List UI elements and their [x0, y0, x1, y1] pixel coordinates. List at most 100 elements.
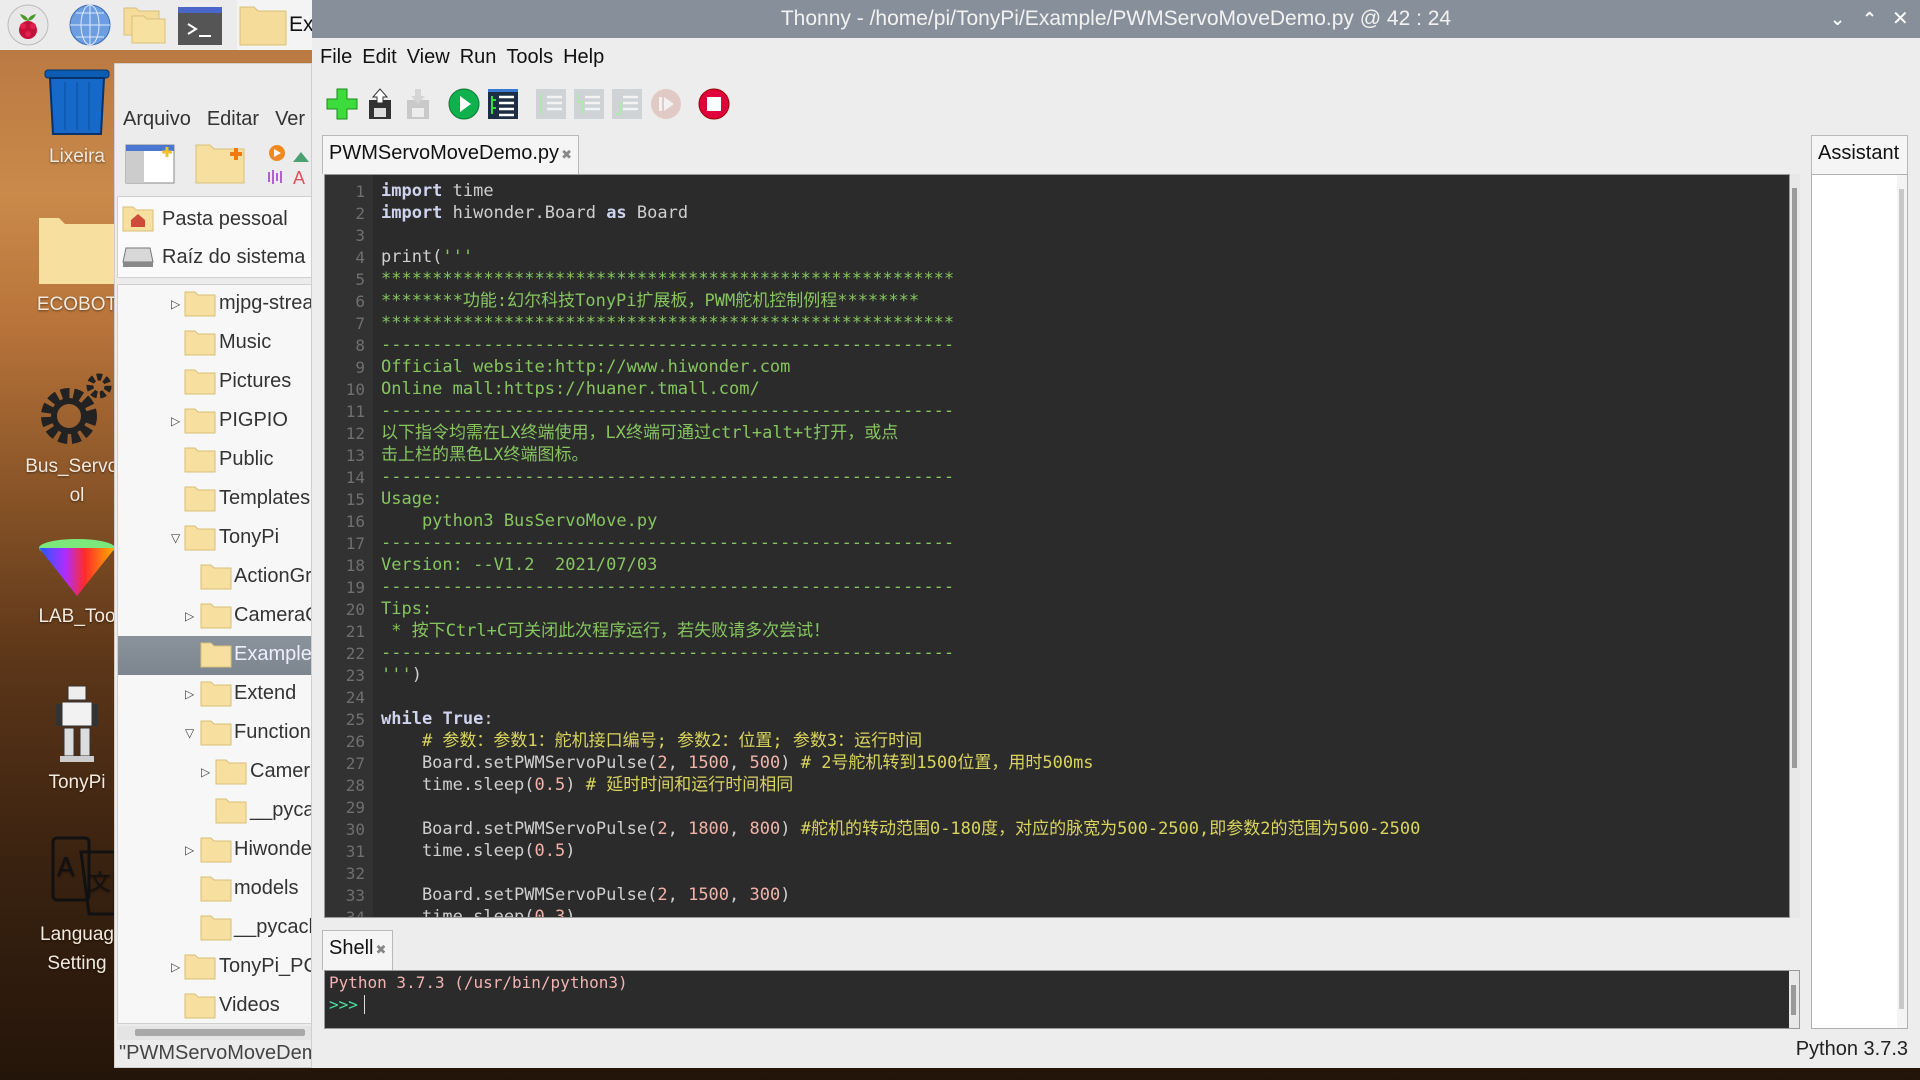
tree-item[interactable]: ▷ CameraC: [118, 597, 311, 636]
tree-item[interactable]: ▷ Camera: [118, 753, 311, 792]
code-editor[interactable]: 1 2 3 4 5 6 7 8 9 10 11 12 13 14 15 16 17 18 19 20 21 22 23 24 2…: [324, 174, 1790, 918]
svg-text:A: A: [293, 168, 305, 188]
tree-item[interactable]: models: [118, 870, 311, 909]
string-token: ----------------------------------------…: [381, 643, 955, 663]
line-number: 24: [345, 688, 365, 707]
horizontal-scrollbar[interactable]: [117, 1026, 311, 1040]
tree-item[interactable]: ▷ mjpg-strea: [118, 285, 311, 324]
menu-arquivo[interactable]: Arquivo: [123, 108, 191, 130]
text-cursor: ​: [363, 995, 365, 1014]
scrollbar-thumb[interactable]: [1791, 985, 1796, 1015]
tab-assistant[interactable]: Assistant: [1811, 135, 1908, 174]
interpreter-status[interactable]: Python 3.7.3: [1796, 1038, 1908, 1061]
tree-item[interactable]: Videos: [118, 987, 311, 1023]
load-floppy-icon[interactable]: [364, 88, 396, 120]
step-out-icon[interactable]: [611, 88, 643, 120]
menu-view[interactable]: View: [407, 46, 450, 68]
resume-icon[interactable]: [650, 88, 682, 120]
file-manager-icon[interactable]: [122, 4, 166, 46]
tree-item[interactable]: ▽ Function: [118, 714, 311, 753]
run-play-icon[interactable]: [448, 88, 480, 120]
expander-collapsed-icon[interactable]: ▷: [185, 687, 194, 701]
tree-item[interactable]: Public: [118, 441, 311, 480]
minimize-button[interactable]: ⌄: [1830, 0, 1845, 38]
close-button[interactable]: ✕: [1892, 0, 1909, 38]
string-token: Usage:: [381, 489, 443, 509]
debug-icon[interactable]: [487, 88, 519, 120]
tree-item[interactable]: ActionGr: [118, 558, 311, 597]
new-folder-icon[interactable]: [195, 144, 245, 184]
scrollbar-thumb[interactable]: [1792, 188, 1797, 768]
tree-item[interactable]: Templates: [118, 480, 311, 519]
place-home[interactable]: Pasta pessoal: [122, 201, 288, 237]
line-number: 29: [345, 798, 365, 817]
file-manager-menubar: Arquivo Editar Ver: [123, 108, 311, 131]
string-token: 击上栏的黑色LX终端图标。: [381, 445, 589, 465]
scrollbar-thumb[interactable]: [135, 1029, 305, 1036]
tree-item[interactable]: __pycac: [118, 792, 311, 831]
tree-item[interactable]: Example: [118, 636, 311, 675]
maximize-button[interactable]: ⌃: [1862, 0, 1877, 38]
menu-file[interactable]: File: [320, 46, 352, 68]
tree-item[interactable]: Pictures: [118, 363, 311, 402]
new-file-plus-icon[interactable]: [326, 88, 358, 120]
tree-item[interactable]: ▷ Extend: [118, 675, 311, 714]
code-line: Version: --V1.2 2021/07/03: [381, 554, 657, 576]
media-folders-icon[interactable]: A: [267, 142, 312, 188]
expander-collapsed-icon[interactable]: ▷: [171, 960, 180, 974]
close-tab-icon[interactable]: ✖: [561, 147, 572, 162]
folder-icon: [215, 798, 247, 824]
tree-item[interactable]: ▷ TonyPi_PC: [118, 948, 311, 987]
shell-prompt[interactable]: >>> ​: [329, 995, 365, 1014]
terminal-icon[interactable]: [178, 4, 222, 46]
menu-tools[interactable]: Tools: [506, 46, 553, 68]
expander-collapsed-icon[interactable]: ▷: [201, 765, 210, 779]
code-token: time.sleep(: [381, 775, 535, 795]
folder-icon: [200, 564, 232, 590]
menu-edit[interactable]: Edit: [362, 46, 396, 68]
tree-item[interactable]: Music: [118, 324, 311, 363]
expander-collapsed-icon[interactable]: ▷: [171, 297, 180, 311]
scrollbar-thumb[interactable]: [1899, 189, 1904, 1009]
line-number: 11: [345, 402, 365, 421]
step-into-icon[interactable]: [573, 88, 605, 120]
browser-globe-icon[interactable]: [68, 4, 112, 46]
shell-scrollbar[interactable]: [1789, 971, 1799, 1028]
tab-shell[interactable]: Shell ✖: [322, 930, 394, 970]
close-tab-icon[interactable]: ✖: [375, 942, 386, 957]
folder-icon: [200, 642, 232, 668]
assistant-scrollbar[interactable]: [1897, 175, 1907, 1028]
stop-icon[interactable]: [698, 88, 730, 120]
shell-console[interactable]: Python 3.7.3 (/usr/bin/python3) >>> ​: [324, 970, 1800, 1029]
menu-ver[interactable]: Ver: [275, 108, 305, 130]
tree-item[interactable]: __pycach: [118, 909, 311, 948]
menu-help[interactable]: Help: [563, 46, 604, 68]
string-token: Tips:: [381, 599, 433, 619]
string-token: ----------------------------------------…: [381, 533, 955, 553]
shell-banner: Python 3.7.3 (/usr/bin/python3): [329, 973, 628, 992]
taskbar-window-button[interactable]: Ex: [237, 0, 314, 50]
tree-item[interactable]: ▷ Hiwonde: [118, 831, 311, 870]
tree-item[interactable]: ▷ PIGPIO: [118, 402, 311, 441]
number-token: 800: [749, 819, 781, 839]
step-over-icon[interactable]: [535, 88, 567, 120]
expander-collapsed-icon[interactable]: ▷: [185, 843, 194, 857]
menu-editar[interactable]: Editar: [207, 108, 259, 130]
raspberry-menu-icon[interactable]: [6, 4, 50, 46]
string-token: ****************************************…: [381, 313, 955, 333]
folder-icon: [239, 6, 287, 46]
place-root[interactable]: Raíz do sistema: [122, 239, 305, 275]
expander-expanded-icon[interactable]: ▽: [185, 726, 194, 740]
menu-run[interactable]: Run: [460, 46, 497, 68]
home-folder-icon: [122, 206, 154, 232]
tab-label: PWMServoMoveDemo.py: [329, 142, 560, 164]
new-window-icon[interactable]: [125, 144, 175, 184]
expander-collapsed-icon[interactable]: ▷: [185, 609, 194, 623]
expander-expanded-icon[interactable]: ▽: [171, 531, 180, 545]
save-floppy-icon[interactable]: [402, 88, 434, 120]
tab-editor-file[interactable]: PWMServoMoveDemo.py ✖: [322, 135, 579, 174]
expander-collapsed-icon[interactable]: ▷: [171, 414, 180, 428]
tree-item[interactable]: ▽ TonyPi: [118, 519, 311, 558]
string-token: ----------------------------------------…: [381, 467, 955, 487]
editor-vertical-scrollbar[interactable]: [1790, 174, 1800, 918]
